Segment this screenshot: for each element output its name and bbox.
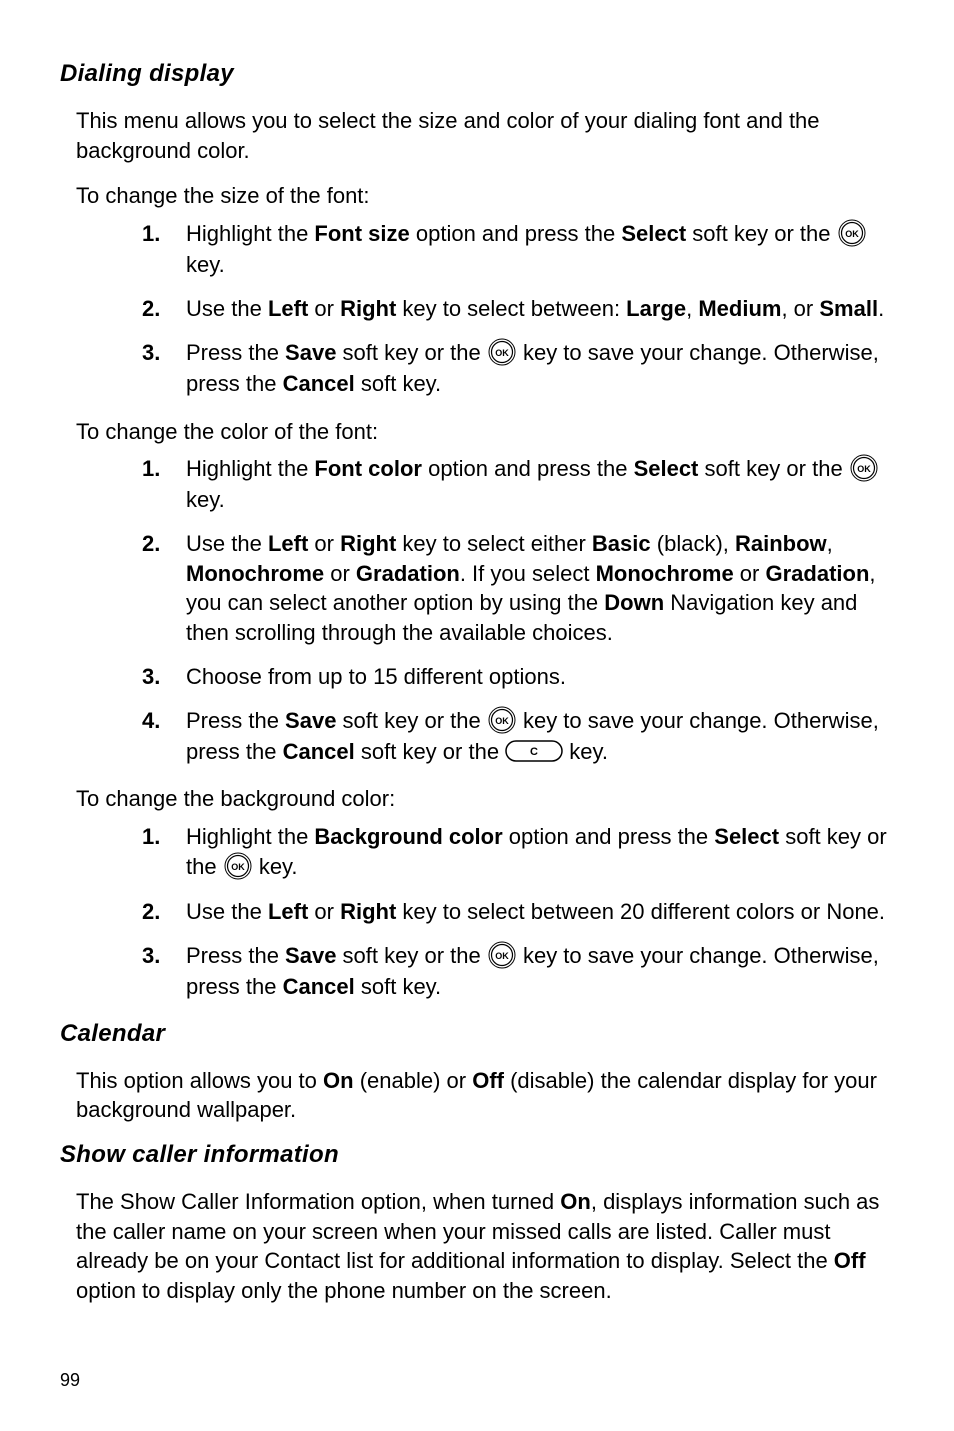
heading-calendar: Calendar bbox=[60, 1020, 894, 1048]
calendar-paragraph: This option allows you to On (enable) or… bbox=[60, 1066, 894, 1125]
list-change-bg: 1. Highlight the Background color option… bbox=[60, 822, 894, 1001]
heading-show-caller: Show caller information bbox=[60, 1141, 894, 1169]
list-text: Use the Left or Right key to select betw… bbox=[186, 899, 885, 924]
lead-change-size: To change the size of the font: bbox=[60, 181, 894, 211]
heading-dialing-display: Dialing display bbox=[60, 60, 894, 88]
page-number: 99 bbox=[60, 1370, 80, 1391]
list-number: 4. bbox=[142, 706, 176, 736]
list-item: 4. Press the Save soft key or the key to… bbox=[142, 706, 894, 767]
list-text: Highlight the Font size option and press… bbox=[186, 221, 867, 277]
list-number: 1. bbox=[142, 454, 176, 484]
list-text: Use the Left or Right key to select betw… bbox=[186, 296, 884, 321]
ok-icon bbox=[849, 453, 879, 483]
list-number: 2. bbox=[142, 529, 176, 559]
lead-change-color: To change the color of the font: bbox=[60, 417, 894, 447]
list-item: 2. Use the Left or Right key to select b… bbox=[142, 897, 894, 927]
list-text: Highlight the Font color option and pres… bbox=[186, 456, 879, 512]
list-number: 3. bbox=[142, 662, 176, 692]
ok-icon bbox=[487, 705, 517, 735]
list-number: 1. bbox=[142, 219, 176, 249]
list-item: 2. Use the Left or Right key to select e… bbox=[142, 529, 894, 648]
list-item: 2. Use the Left or Right key to select b… bbox=[142, 294, 894, 324]
ok-icon bbox=[487, 940, 517, 970]
ok-icon bbox=[487, 337, 517, 367]
list-text: Choose from up to 15 different options. bbox=[186, 664, 566, 689]
list-number: 2. bbox=[142, 897, 176, 927]
list-item: 3. Press the Save soft key or the key to… bbox=[142, 941, 894, 1002]
list-text: Highlight the Background color option an… bbox=[186, 824, 887, 879]
list-number: 2. bbox=[142, 294, 176, 324]
list-item: 1. Highlight the Font size option and pr… bbox=[142, 219, 894, 280]
ok-icon bbox=[837, 218, 867, 248]
intro-paragraph: This menu allows you to select the size … bbox=[60, 106, 894, 165]
list-text: Use the Left or Right key to select eith… bbox=[186, 531, 876, 645]
list-change-size: 1. Highlight the Font size option and pr… bbox=[60, 219, 894, 398]
list-text: Press the Save soft key or the key to sa… bbox=[186, 943, 879, 999]
list-number: 1. bbox=[142, 822, 176, 852]
ok-icon bbox=[223, 851, 253, 881]
list-text: Press the Save soft key or the key to sa… bbox=[186, 340, 879, 396]
c-key-icon bbox=[505, 740, 563, 762]
list-item: 3. Press the Save soft key or the key to… bbox=[142, 338, 894, 399]
list-item: 1. Highlight the Font color option and p… bbox=[142, 454, 894, 515]
lead-change-bg: To change the background color: bbox=[60, 784, 894, 814]
list-number: 3. bbox=[142, 338, 176, 368]
list-item: 3. Choose from up to 15 different option… bbox=[142, 662, 894, 692]
list-number: 3. bbox=[142, 941, 176, 971]
show-caller-paragraph: The Show Caller Information option, when… bbox=[60, 1187, 894, 1306]
list-text: Press the Save soft key or the key to sa… bbox=[186, 708, 879, 764]
list-item: 1. Highlight the Background color option… bbox=[142, 822, 894, 883]
page: Dialing display This menu allows you to … bbox=[0, 0, 954, 1431]
list-change-color: 1. Highlight the Font color option and p… bbox=[60, 454, 894, 766]
